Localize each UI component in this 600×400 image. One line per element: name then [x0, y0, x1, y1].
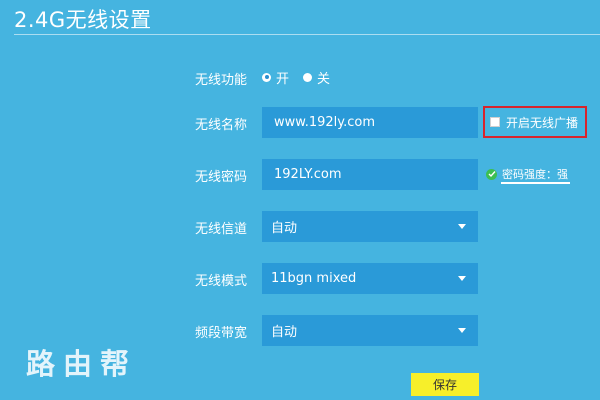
password-strength-text: 密码强度：强: [502, 168, 568, 181]
wireless-function-label: 无线功能: [195, 73, 248, 88]
password-input[interactable]: 192LY.com: [262, 159, 478, 190]
password-strength: 密码强度：强: [486, 166, 568, 182]
watermark: 路由帮: [26, 347, 138, 381]
caret-down-icon[interactable]: [458, 224, 466, 229]
check-icon: [486, 168, 497, 180]
broadcast-highlight-box: 开启无线广播: [483, 106, 587, 138]
radio-on-indicator[interactable]: [262, 72, 271, 82]
radio-off[interactable]: 关: [303, 68, 330, 87]
channel-label: 无线信道: [195, 222, 248, 237]
mode-label: 无线模式: [195, 274, 248, 289]
caret-down-icon[interactable]: [458, 276, 466, 281]
caret-down-icon[interactable]: [458, 328, 466, 333]
channel-select-value[interactable]: 自动: [271, 217, 297, 236]
strength-underline: [501, 182, 570, 184]
title-divider: [14, 34, 600, 35]
bandwidth-label: 频段带宽: [195, 326, 248, 341]
channel-select[interactable]: 自动: [262, 211, 478, 242]
broadcast-checkbox[interactable]: [490, 117, 500, 127]
radio-off-label[interactable]: 关: [317, 68, 330, 87]
mode-select[interactable]: 11bgn mixed: [262, 263, 478, 294]
radio-on[interactable]: 开: [262, 68, 289, 87]
bandwidth-select-value[interactable]: 自动: [271, 321, 297, 340]
wireless-function-radio-group: 开 关: [262, 68, 344, 87]
radio-on-label[interactable]: 开: [276, 68, 289, 87]
ssid-label: 无线名称: [195, 118, 248, 133]
save-button[interactable]: 保存: [411, 373, 479, 396]
page-title: 2.4G无线设置: [14, 8, 152, 32]
ssid-input[interactable]: www.192ly.com: [262, 107, 478, 138]
password-label: 无线密码: [195, 170, 248, 185]
broadcast-label[interactable]: 开启无线广播: [506, 114, 578, 131]
bandwidth-select[interactable]: 自动: [262, 315, 478, 346]
radio-off-indicator[interactable]: [303, 72, 313, 82]
mode-select-value[interactable]: 11bgn mixed: [271, 271, 356, 286]
